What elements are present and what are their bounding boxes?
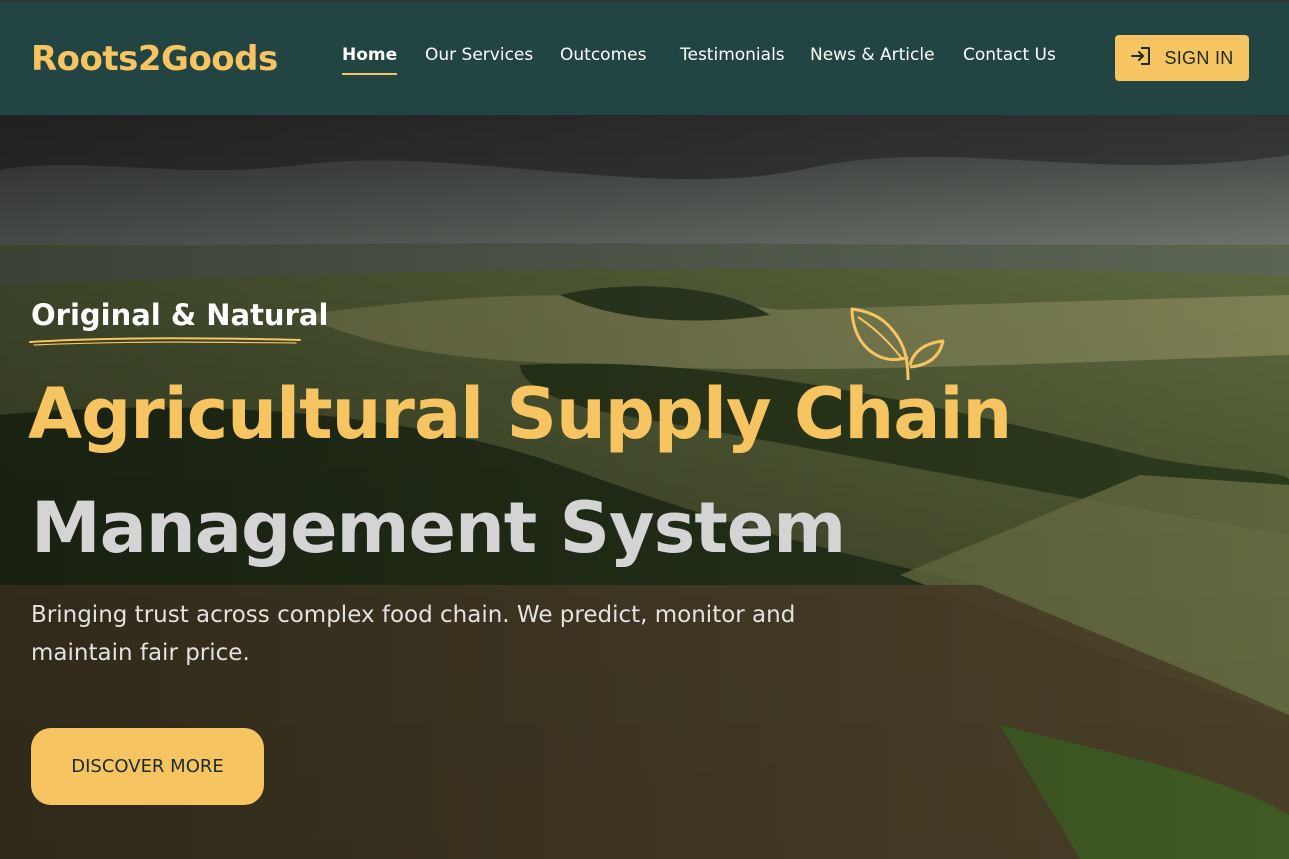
nav-our-services[interactable]: Our Services [425, 45, 533, 65]
tagline-underline-decoration [29, 337, 301, 346]
hero-title-line-2: Management System [31, 487, 846, 569]
login-icon [1130, 46, 1152, 71]
hero-subtitle: Bringing trust across complex food chain… [31, 602, 796, 666]
sign-in-label: SIGN IN [1164, 47, 1234, 68]
nav-testimonials[interactable]: Testimonials [680, 45, 785, 65]
hero-section: Original & Natural Agricultural Supply C… [0, 115, 1289, 859]
nav-outcomes[interactable]: Outcomes [560, 45, 646, 65]
nav-news-article[interactable]: News & Article [810, 45, 935, 65]
site-header: Roots2Goods Home Our Services Outcomes T… [0, 0, 1289, 115]
sign-in-button[interactable]: SIGN IN [1115, 35, 1249, 81]
nav-contact-us[interactable]: Contact Us [963, 45, 1056, 65]
discover-more-button[interactable]: DISCOVER MORE [31, 728, 264, 805]
nav-home[interactable]: Home [342, 45, 398, 75]
brand-logo[interactable]: Roots2Goods [31, 39, 278, 79]
hero-title-line-1: Agricultural Supply Chain [28, 373, 1012, 455]
hero-tagline: Original & Natural [31, 298, 329, 332]
